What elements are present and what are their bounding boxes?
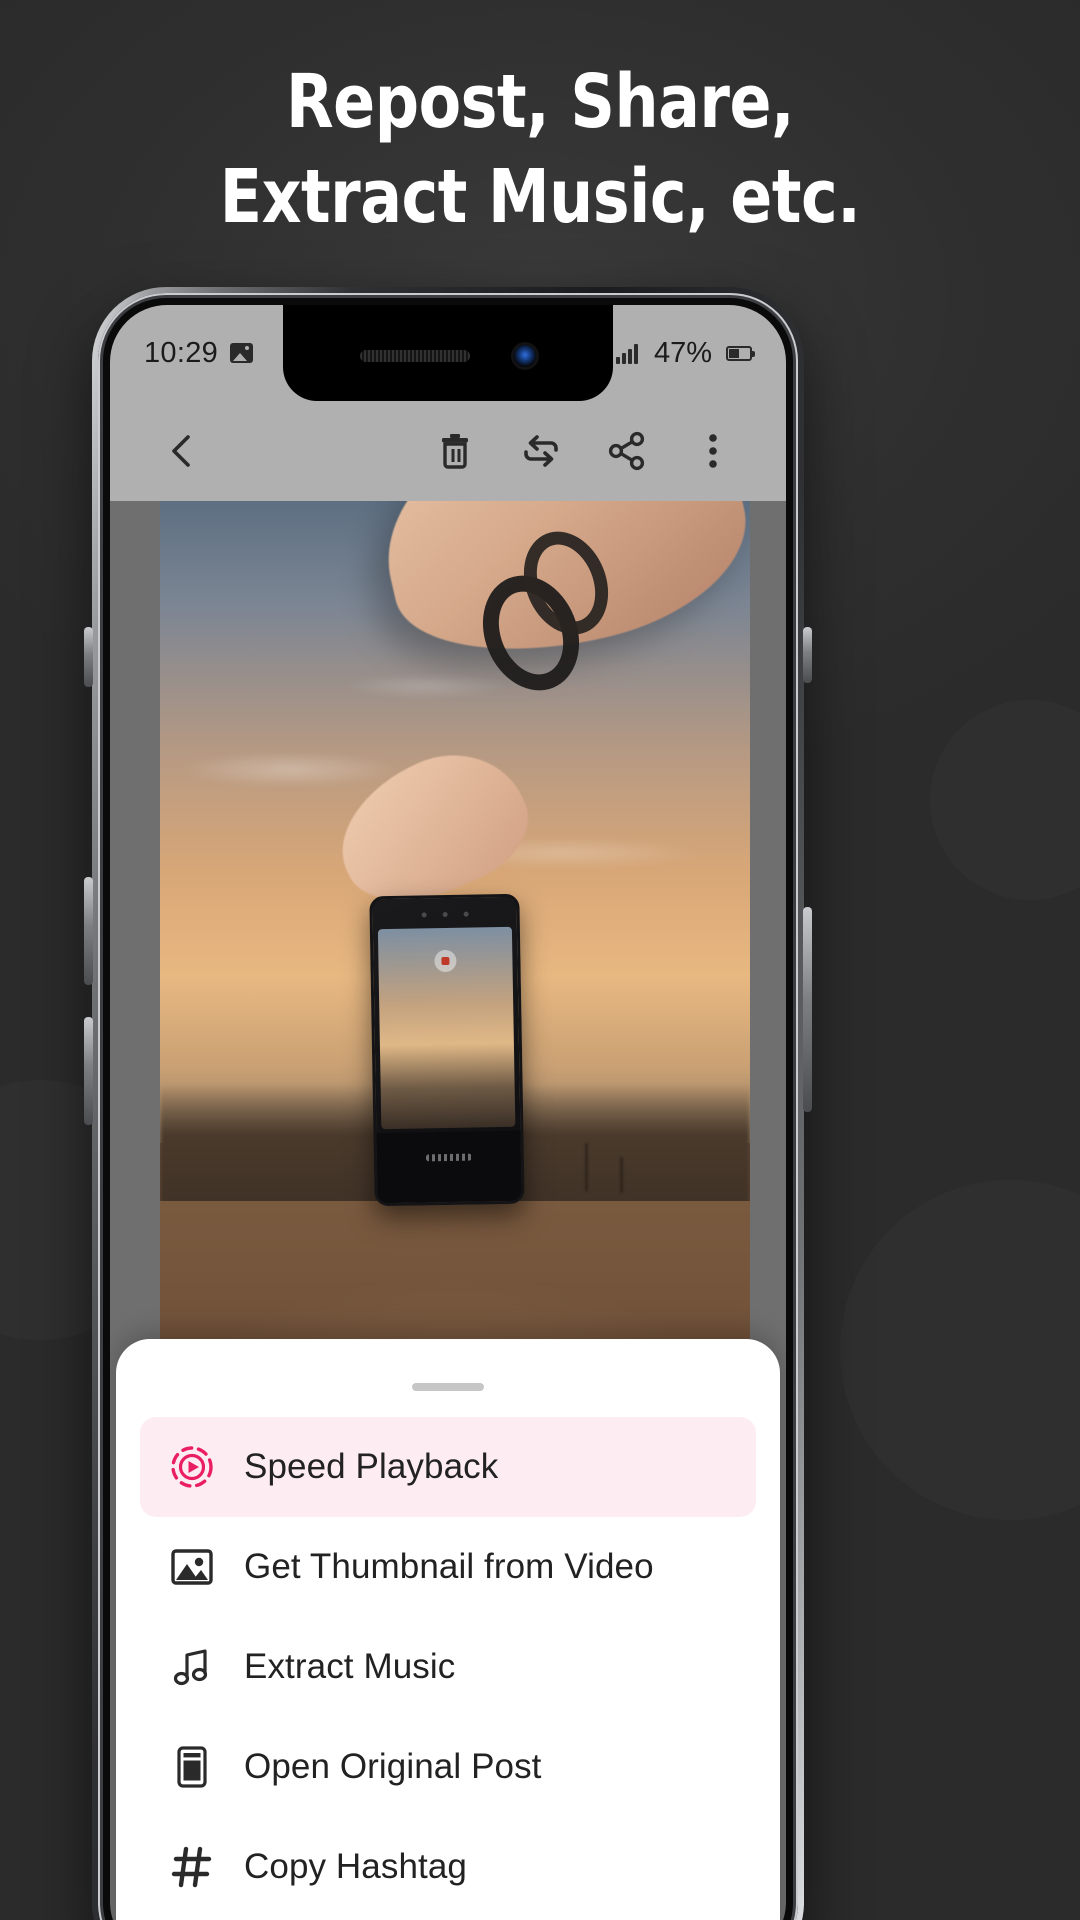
phone-bezel: 5 15 — [98, 293, 798, 1920]
trash-icon — [442, 434, 468, 469]
phone-button-volume-down — [84, 1017, 93, 1125]
drag-handle[interactable] — [412, 1383, 484, 1391]
menu-item-extract-music[interactable]: Extract Music — [140, 1617, 756, 1717]
phone-mockup: 5 15 — [84, 287, 812, 1920]
battery-percent-label: 47% — [653, 336, 712, 369]
phone-button-power — [803, 907, 812, 1112]
image-icon — [166, 1541, 218, 1593]
loop-button[interactable] — [498, 408, 584, 494]
more-vertical-icon — [709, 434, 717, 468]
action-bottom-sheet: Speed Playback Get Thumbnail from Video … — [116, 1339, 780, 1920]
repeat-icon — [524, 435, 558, 467]
menu-item-get-thumbnail[interactable]: Get Thumbnail from Video — [140, 1517, 756, 1617]
more-options-button[interactable] — [670, 408, 756, 494]
battery-icon — [726, 345, 755, 361]
headline-line-2: Extract Music, etc. — [219, 154, 861, 240]
front-camera-icon — [514, 345, 536, 367]
signal-bars-icon — [615, 342, 638, 364]
action-menu-list: Speed Playback Get Thumbnail from Video … — [116, 1417, 780, 1917]
earpiece-speaker — [360, 350, 470, 362]
chevron-left-icon — [172, 435, 190, 467]
phone-button-assistant — [803, 627, 812, 683]
music-note-icon — [166, 1641, 218, 1693]
status-time: 10:29 — [144, 336, 219, 369]
hashtag-icon — [166, 1841, 218, 1893]
post-icon — [166, 1741, 218, 1793]
phone-button-volume-up — [84, 877, 93, 985]
delete-button[interactable] — [412, 408, 498, 494]
decorative-blob — [840, 1180, 1080, 1520]
promo-headline: Repost, Share, Extract Music, etc. — [38, 55, 1042, 245]
menu-item-speed-playback[interactable]: Speed Playback — [140, 1417, 756, 1517]
menu-item-label: Copy Hashtag — [244, 1847, 467, 1886]
menu-item-copy-hashtag[interactable]: Copy Hashtag — [140, 1817, 756, 1917]
phone-button-silent — [84, 627, 93, 687]
decorative-blob — [930, 700, 1080, 900]
share-icon — [608, 431, 645, 471]
promo-screenshot: Repost, Share, Extract Music, etc. 10:29… — [0, 0, 1080, 1920]
menu-item-label: Open Original Post — [244, 1747, 542, 1786]
back-button[interactable] — [140, 408, 226, 494]
phone-screen: 5 15 — [110, 305, 786, 1920]
menu-item-label: Get Thumbnail from Video — [244, 1547, 654, 1586]
headline-line-1: Repost, Share, — [285, 59, 795, 145]
app-toolbar — [110, 401, 786, 501]
phone-notch — [283, 305, 613, 401]
status-bar-left: 10:29 — [144, 336, 254, 370]
menu-item-label: Extract Music — [244, 1647, 456, 1686]
share-button[interactable] — [584, 408, 670, 494]
menu-item-label: Speed Playback — [244, 1447, 499, 1486]
image-icon — [230, 343, 254, 363]
menu-item-open-original-post[interactable]: Open Original Post — [140, 1717, 756, 1817]
speed-playback-icon — [166, 1441, 218, 1493]
